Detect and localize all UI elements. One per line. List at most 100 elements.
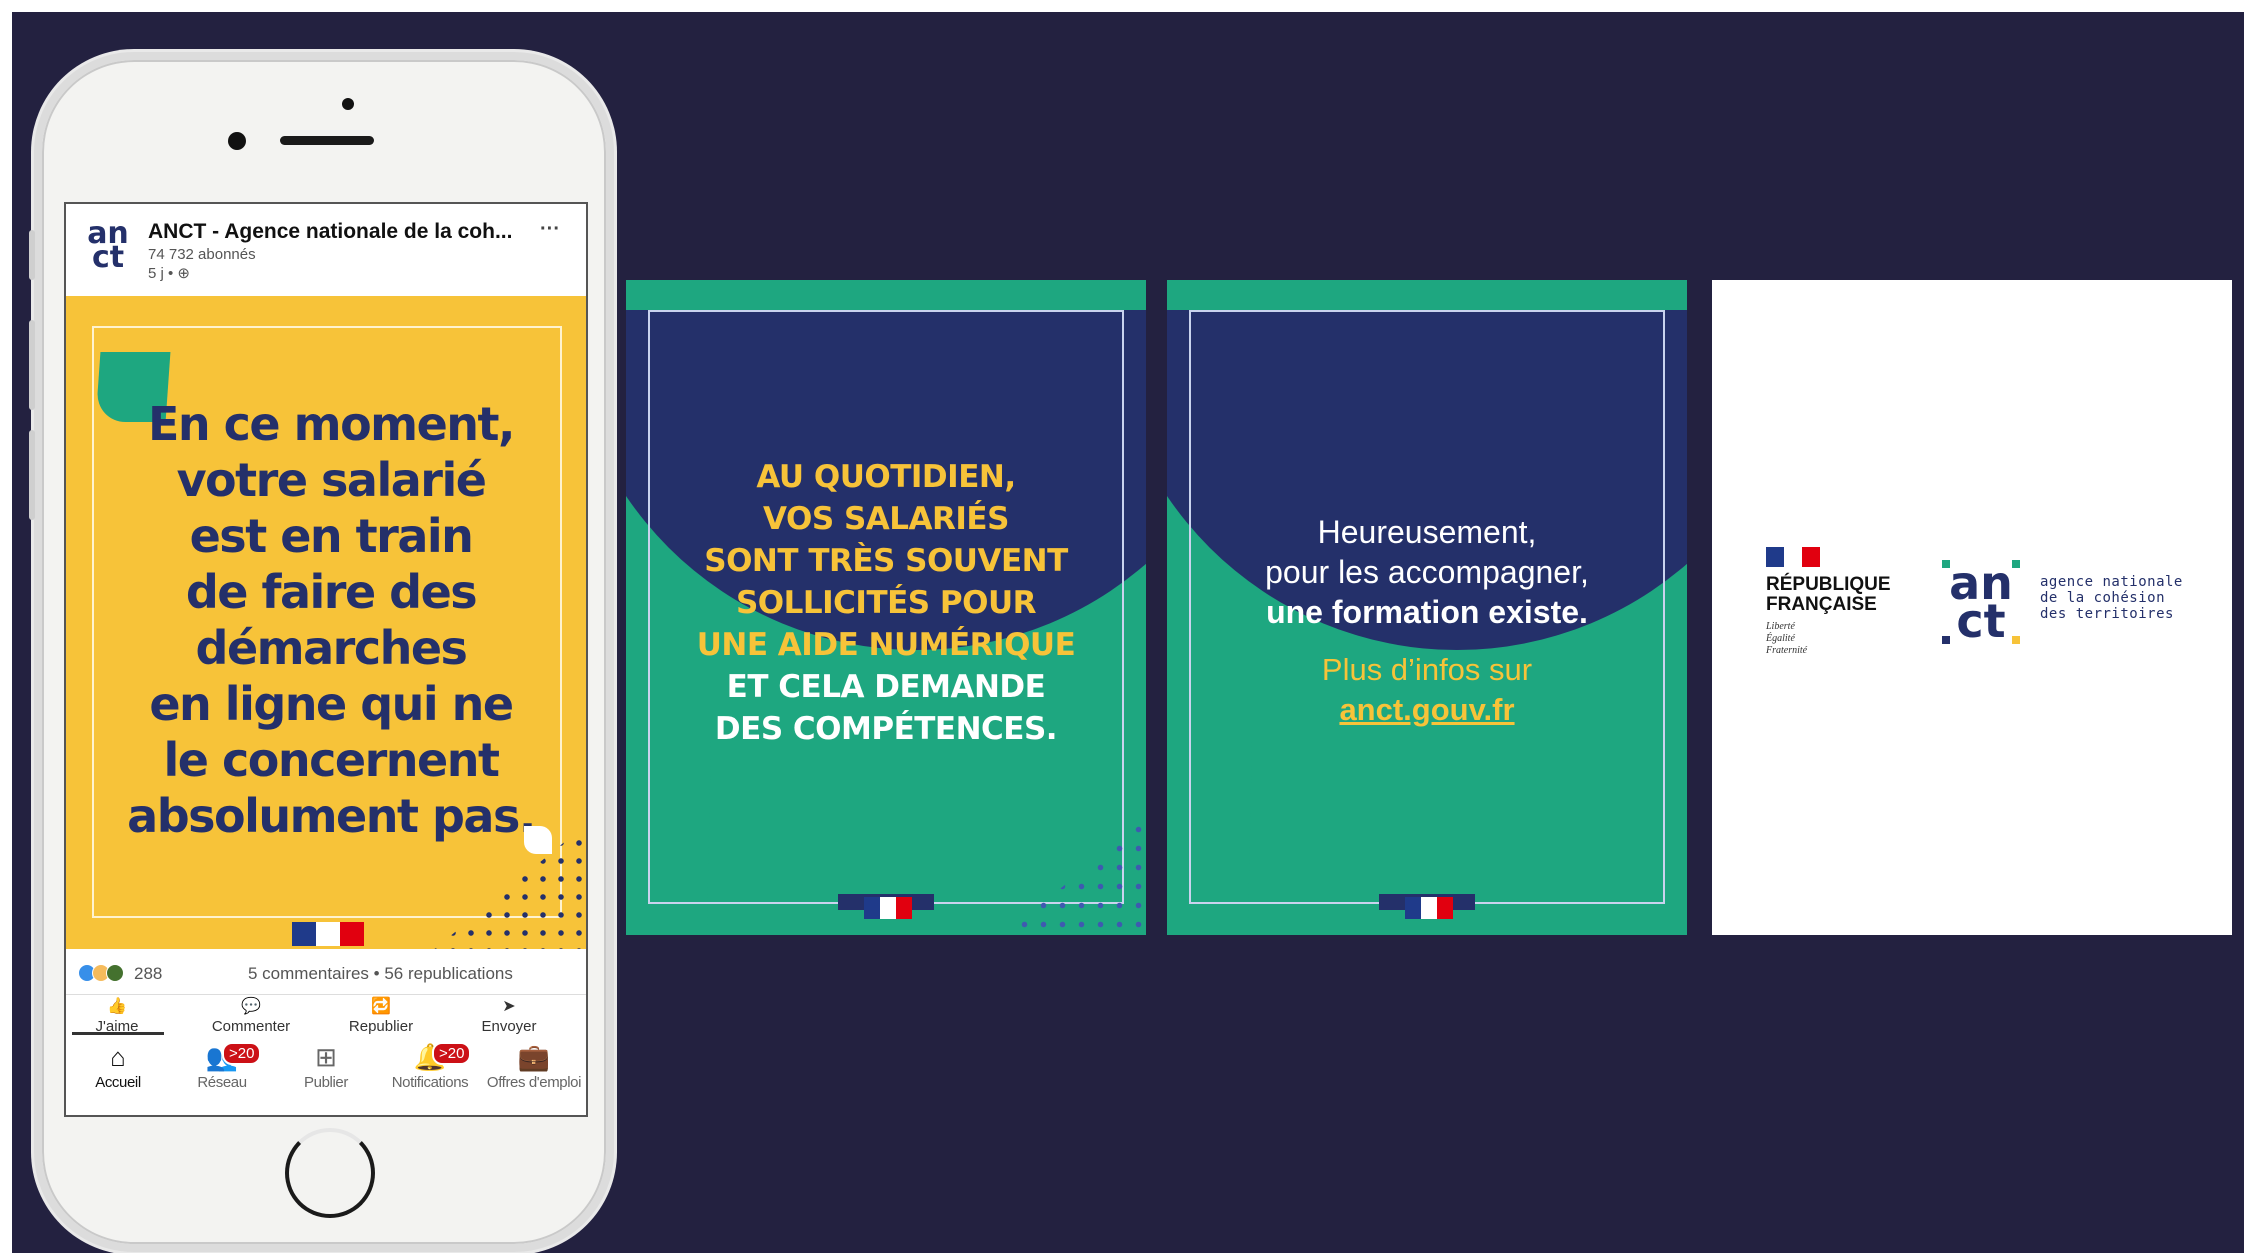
more-options-icon[interactable]: ··· — [540, 218, 560, 241]
reaction-count[interactable]: 288 — [134, 964, 162, 984]
celebrate-reaction-icon — [106, 964, 124, 982]
slide-2-yellow-line-3: SONT TRÈS SOUVENT — [704, 543, 1068, 579]
marianne-flag-icon — [1766, 547, 1820, 567]
comments-reposts-count[interactable]: 5 commentaires • 56 republications — [248, 964, 513, 984]
post-followers: 74 732 abonnés — [148, 246, 256, 263]
quote-close-mark — [524, 826, 552, 854]
front-camera — [228, 132, 246, 150]
volume-up-button — [29, 320, 35, 410]
carousel-slide-3: Heureusement, pour les accompagner, une … — [1167, 280, 1687, 935]
post-action-bar: 👍 J'aime 💬 Commenter 🔁 Republier ➤ Envoy… — [66, 996, 586, 1036]
carousel-slide-2: AU QUOTIDIEN, VOS SALARIÉS SONT TRÈS SOUVE… — [626, 280, 1146, 935]
anct-logo: an ct — [1942, 560, 2020, 644]
slide-2-yellow-line-2: VOS SALARIÉS — [763, 501, 1009, 537]
motto-egalite: Égalité — [1766, 633, 1795, 644]
nav-post-label: Publier — [304, 1074, 348, 1091]
nav-notifications[interactable]: 🔔 Notifications >20 — [378, 1040, 482, 1091]
slide-3-more-info: Plus d’infos sur anct.gouv.fr — [1197, 650, 1657, 730]
send-button[interactable]: ➤ Envoyer — [444, 996, 574, 1035]
french-flag-icon — [864, 897, 912, 919]
repost-button[interactable]: 🔁 Republier — [316, 996, 446, 1035]
motto-liberte: Liberté — [1766, 621, 1795, 632]
slide-2-yellow-line-1: AU QUOTIDIEN, — [756, 459, 1016, 495]
earpiece-speaker — [280, 136, 374, 145]
post-image[interactable]: En ce moment, votre salarié est en train de… — [66, 296, 586, 949]
quote-line-4: de faire des — [185, 565, 478, 619]
quote-line-2: votre salarié — [176, 453, 487, 507]
quote-line-8: absolument pas. — [127, 789, 536, 843]
slide-2-white-line-2: DES COMPÉTENCES. — [714, 711, 1058, 747]
repost-icon: 🔁 — [371, 998, 391, 1015]
nav-network[interactable]: 👥 Réseau >20 — [170, 1040, 274, 1091]
more-info-label: Plus d’infos sur — [1321, 652, 1533, 687]
nav-post[interactable]: ⊞ Publier — [274, 1040, 378, 1091]
tagline-line-1: agence nationale — [2040, 574, 2183, 590]
post-quote: En ce moment, votre salarié est en train de… — [96, 396, 566, 844]
slide-2-white-text: ET CELA DEMANDE DES COMPÉTENCES. — [656, 666, 1116, 750]
nav-jobs-label: Offres d'emploi — [486, 1074, 582, 1091]
like-button[interactable]: 👍 J'aime — [66, 996, 182, 1035]
send-label: Envoyer — [481, 1018, 537, 1035]
french-flag-icon — [1405, 897, 1453, 919]
green-band — [626, 280, 1146, 310]
nav-notifications-label: Notifications — [391, 1074, 469, 1091]
carousel-slide-4: RÉPUBLIQUE FRANÇAISE Liberté Égalité Fra… — [1712, 280, 2232, 935]
nav-home[interactable]: ⌂ Accueil — [66, 1040, 170, 1091]
republique-francaise-logo: RÉPUBLIQUE FRANÇAISE Liberté Égalité Fra… — [1766, 547, 1891, 657]
post-stats: 288 5 commentaires • 56 republications — [66, 952, 586, 995]
rf-motto: Liberté Égalité Fraternité — [1766, 621, 1891, 657]
comment-icon: 💬 — [241, 998, 261, 1015]
nav-jobs[interactable]: 💼 Offres d'emploi — [482, 1040, 586, 1091]
home-button[interactable] — [285, 1128, 375, 1218]
slide-3-text: Heureusement, pour les accompagner, une … — [1197, 512, 1657, 632]
network-badge: >20 — [222, 1042, 262, 1065]
slide-3-line-2: pour les accompagner, — [1265, 554, 1589, 590]
logo-corner-tl — [1942, 560, 1950, 568]
motto-fraternite: Fraternité — [1766, 645, 1808, 656]
bottom-nav: ⌂ Accueil 👥 Réseau >20 ⊞ Publier 🔔 Notif… — [66, 1036, 586, 1115]
slide-3-bold-line: une formation existe. — [1266, 594, 1588, 630]
anct-link[interactable]: anct.gouv.fr — [1197, 690, 1657, 730]
logo-corner-br — [2012, 636, 2020, 644]
quote-line-3: est en train — [189, 509, 474, 563]
quote-line-5: démarches — [195, 621, 468, 675]
send-icon: ➤ — [502, 998, 516, 1015]
slide-2-white-line-1: ET CELA DEMANDE — [726, 669, 1046, 705]
rf-name: RÉPUBLIQUE FRANÇAISE — [1766, 575, 1891, 615]
comment-button[interactable]: 💬 Commenter — [186, 996, 316, 1035]
post-header: an ct ANCT - Agence nationale de la coh.… — [66, 204, 586, 294]
slide-3-line-1: Heureusement, — [1317, 514, 1537, 550]
reaction-icons[interactable] — [78, 964, 124, 982]
anct-avatar[interactable]: an ct — [82, 219, 134, 274]
action-underline — [72, 1032, 164, 1035]
slide-2-text: AU QUOTIDIEN, VOS SALARIÉS SONT TRÈS SOUVE… — [656, 456, 1116, 750]
quote-line-1: En ce moment, — [147, 397, 516, 451]
slide-2-yellow-line-4: SOLLICITÉS POUR — [735, 585, 1037, 621]
nav-network-label: Réseau — [197, 1074, 247, 1091]
post-author-name[interactable]: ANCT - Agence nationale de la coh... — [148, 220, 512, 244]
notifications-badge: >20 — [432, 1042, 472, 1065]
mute-switch — [29, 230, 35, 280]
home-icon: ⌂ — [110, 1042, 126, 1072]
quote-line-7: le concernent — [163, 733, 500, 787]
rf-name-line-2: FRANÇAISE — [1766, 594, 1877, 615]
anct-tagline: agence nationale de la cohésion des terr… — [2040, 574, 2183, 622]
post-icon: ⊞ — [315, 1042, 337, 1072]
french-flag-icon — [292, 922, 364, 946]
presentation-canvas: an ct ANCT - Agence nationale de la coh.… — [12, 12, 2244, 1253]
slide-2-yellow-line-5: UNE AIDE NUMÉRIQUE — [696, 627, 1076, 663]
comment-label: Commenter — [211, 1018, 291, 1035]
tagline-line-2: de la cohésion — [2040, 590, 2166, 606]
proximity-sensor — [342, 98, 354, 110]
nav-home-label: Accueil — [95, 1074, 141, 1091]
like-icon: 👍 — [107, 998, 127, 1015]
rf-name-line-1: RÉPUBLIQUE — [1766, 574, 1891, 595]
tagline-line-3: des territoires — [2040, 606, 2174, 622]
volume-down-button — [29, 430, 35, 520]
briefcase-icon: 💼 — [517, 1042, 551, 1072]
phone-mockup: an ct ANCT - Agence nationale de la coh.… — [29, 52, 614, 1252]
quote-line-6: en ligne qui ne — [149, 677, 514, 731]
green-band — [1167, 280, 1687, 310]
logo-corner-tr — [2012, 560, 2020, 568]
phone-screen: an ct ANCT - Agence nationale de la coh.… — [64, 202, 588, 1117]
